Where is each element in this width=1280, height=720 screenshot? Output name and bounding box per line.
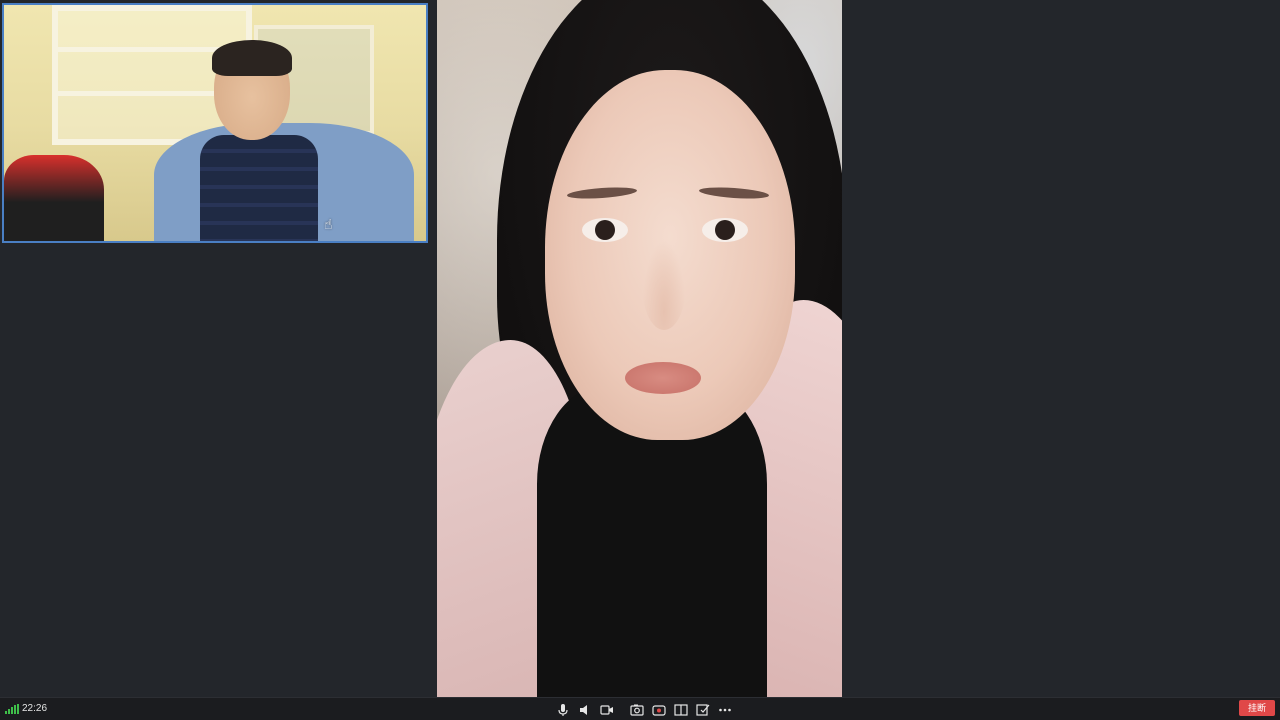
remote-video-feed	[437, 0, 842, 697]
remote-person-nose	[642, 240, 686, 330]
hangup-button[interactable]: 挂断	[1239, 700, 1275, 716]
video-camera-icon[interactable]	[600, 703, 614, 717]
whiteboard-icon[interactable]	[696, 703, 710, 717]
call-duration: 22:26	[22, 703, 48, 714]
remote-person-eye-left	[582, 218, 628, 242]
self-person-hair	[212, 40, 292, 76]
speaker-icon[interactable]	[578, 703, 592, 717]
more-icon[interactable]	[718, 703, 732, 717]
layout-icon[interactable]	[674, 703, 688, 717]
bottom-toolbar: 22:26 挂断	[0, 697, 1280, 720]
self-person-vest	[200, 135, 318, 241]
remote-person-eye-right	[702, 218, 748, 242]
remote-person-lips	[625, 362, 701, 394]
hand-cursor-icon: ☝	[324, 216, 333, 232]
video-call-window: ☝ 22:26 挂断	[0, 0, 1280, 720]
self-video-preview[interactable]: ☝	[2, 3, 428, 243]
screenshot-icon[interactable]	[630, 703, 644, 717]
call-controls	[556, 698, 732, 720]
record-icon[interactable]	[652, 703, 666, 717]
microphone-icon[interactable]	[556, 703, 570, 717]
background-clothes	[4, 155, 104, 241]
signal-strength-icon	[5, 704, 19, 714]
